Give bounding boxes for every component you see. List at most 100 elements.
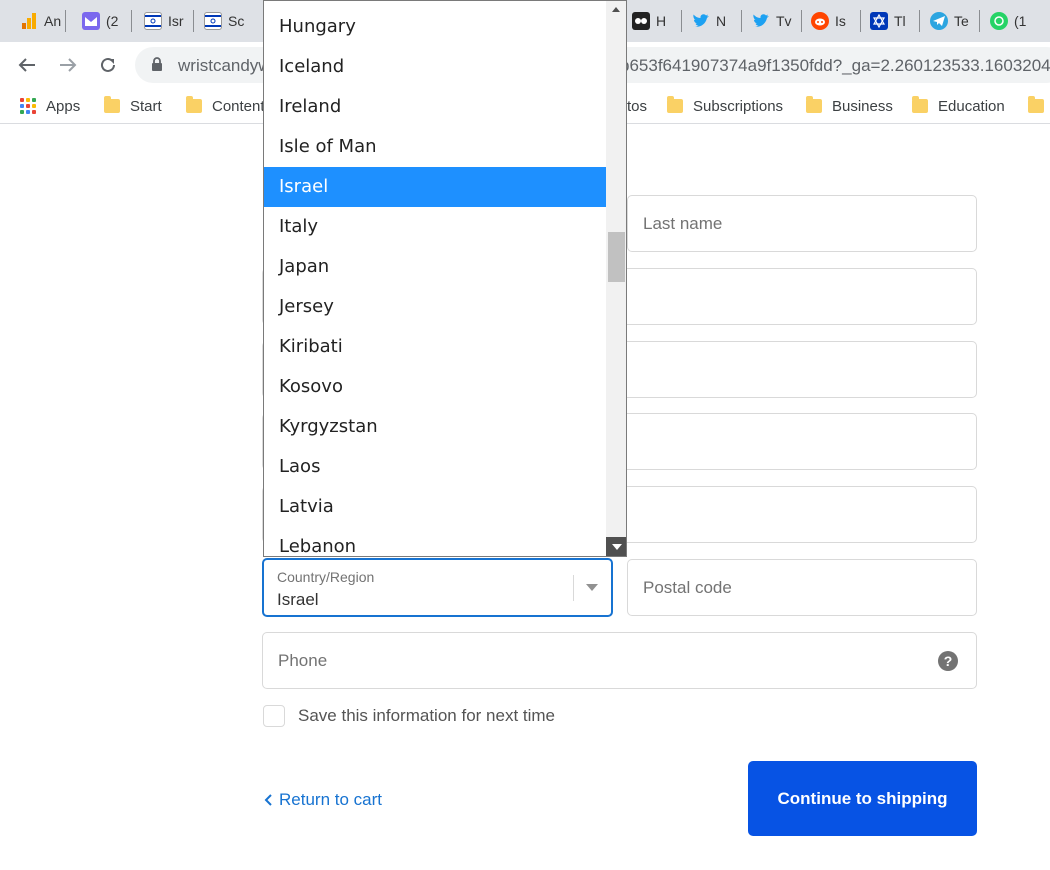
save-info-checkbox[interactable] xyxy=(263,705,285,727)
dropdown-option[interactable]: Japan xyxy=(264,247,606,287)
dropdown-option[interactable]: Latvia xyxy=(264,487,606,527)
dropdown-option[interactable]: Kiribati xyxy=(264,327,606,367)
select-divider xyxy=(573,575,574,601)
country-label: Country/Region xyxy=(277,569,375,585)
folder-icon xyxy=(186,96,202,113)
tab-israel-1[interactable]: Isr xyxy=(144,6,194,36)
phone-placeholder: Phone xyxy=(278,651,328,670)
dropdown-option[interactable]: Laos xyxy=(264,447,606,487)
dropdown-scrollbar[interactable] xyxy=(606,1,626,556)
return-to-cart-link[interactable]: Return to cart xyxy=(263,790,382,810)
postal-code-field[interactable]: Postal code xyxy=(627,559,977,616)
tab-whatsapp[interactable]: (1 xyxy=(990,6,1040,36)
last-name-placeholder: Last name xyxy=(643,214,723,233)
tab-label: Is xyxy=(835,13,846,29)
tab-israel-2[interactable]: Sc xyxy=(204,6,254,36)
tab-mail[interactable]: (2 xyxy=(82,6,132,36)
bookmark-start[interactable]: Start xyxy=(104,96,162,116)
forward-button[interactable] xyxy=(56,53,80,77)
tab-label: (1 xyxy=(1014,13,1027,29)
bookmark-content[interactable]: Content xyxy=(186,96,265,116)
tab-label: Isr xyxy=(168,13,184,29)
tab-label: Tl xyxy=(894,13,906,29)
bookmark-photos[interactable]: tos xyxy=(627,96,647,116)
folder-icon xyxy=(1028,96,1044,113)
dropdown-option[interactable]: Italy xyxy=(264,207,606,247)
tab-label: Te xyxy=(954,13,969,29)
bookmark-education[interactable]: Education xyxy=(912,96,1005,116)
bookmark-label: Business xyxy=(832,97,893,115)
bookmark-label: Subscriptions xyxy=(693,97,784,115)
twitter-icon xyxy=(692,12,710,30)
folder-icon xyxy=(667,96,683,113)
bookmark-business[interactable]: Business xyxy=(806,96,893,116)
lock-icon xyxy=(152,57,162,71)
tab-hootsuite[interactable]: H xyxy=(632,6,682,36)
country-dropdown-list[interactable]: Hungary Iceland Ireland Isle of Man Israel It… xyxy=(263,0,627,557)
country-select[interactable]: Country/Region Israel xyxy=(262,558,613,617)
israel-flag-icon xyxy=(204,12,222,30)
folder-icon xyxy=(912,96,928,113)
star-of-david-icon xyxy=(870,12,888,30)
tab-times-israel[interactable]: Tl xyxy=(870,6,920,36)
country-value: Israel xyxy=(277,590,319,609)
bookmark-label: Start xyxy=(130,97,162,115)
tab-reddit[interactable]: Is xyxy=(811,6,861,36)
tab-label: An xyxy=(44,13,62,29)
last-name-field[interactable]: Last name xyxy=(627,195,977,252)
bookmark-label: tos xyxy=(627,97,648,115)
tab-label: Sc xyxy=(228,13,245,29)
reddit-icon xyxy=(811,12,829,30)
bookmark-apps[interactable]: Apps xyxy=(20,96,80,116)
bookmark-subscriptions[interactable]: Subscriptions xyxy=(667,96,783,116)
scroll-thumb[interactable] xyxy=(608,232,625,282)
bookmark-label: Content xyxy=(212,97,265,115)
tab-twitter-1[interactable]: N xyxy=(692,6,742,36)
folder-icon xyxy=(806,96,822,113)
reload-button[interactable] xyxy=(96,53,120,77)
dropdown-option[interactable]: Ireland xyxy=(264,87,606,127)
dropdown-option[interactable]: Hungary xyxy=(264,7,606,47)
dropdown-option[interactable]: Israel xyxy=(264,167,606,207)
phone-field[interactable]: Phone xyxy=(262,632,977,689)
scroll-down-button[interactable] xyxy=(606,537,626,556)
whatsapp-icon xyxy=(990,12,1008,30)
url-text-tail: b653f641907374a9f1350fdd?_ga=2.260123533… xyxy=(620,56,1050,75)
url-text: wristcandyw xyxy=(178,56,271,75)
forward-arrow-icon xyxy=(60,58,77,72)
tab-telegram[interactable]: Te xyxy=(930,6,980,36)
save-info-label: Save this information for next time xyxy=(298,706,556,725)
help-icon[interactable]: ? xyxy=(938,651,958,671)
israel-flag-icon xyxy=(144,12,162,30)
tab-analytics[interactable]: An xyxy=(20,6,66,36)
mail-icon xyxy=(82,12,100,30)
dropdown-option[interactable]: Jersey xyxy=(264,287,606,327)
scroll-down-icon xyxy=(611,544,622,550)
reload-icon xyxy=(101,57,115,72)
scroll-up-icon[interactable] xyxy=(612,7,620,12)
return-to-cart-label: Return to cart xyxy=(279,790,382,809)
back-button[interactable] xyxy=(15,53,39,77)
bookmark-label: Education xyxy=(938,97,1005,115)
twitter-icon xyxy=(752,12,770,30)
apps-grid-icon xyxy=(20,98,36,114)
dropdown-option[interactable]: Kosovo xyxy=(264,367,606,407)
bookmark-label: Apps xyxy=(46,97,81,115)
tab-label: (2 xyxy=(106,13,119,29)
telegram-icon xyxy=(930,12,948,30)
owl-icon xyxy=(632,12,650,30)
tab-label: H xyxy=(656,13,667,29)
chevron-down-icon xyxy=(586,584,598,591)
dropdown-option[interactable]: Lebanon xyxy=(264,527,606,556)
postal-code-placeholder: Postal code xyxy=(643,578,732,597)
back-arrow-icon xyxy=(18,58,35,72)
dropdown-option[interactable]: Iceland xyxy=(264,47,606,87)
bookmark-more-folder[interactable] xyxy=(1028,96,1044,116)
tab-label: Tv xyxy=(776,13,792,29)
analytics-icon xyxy=(20,12,38,30)
dropdown-option[interactable]: Kyrgyzstan xyxy=(264,407,606,447)
tab-label: N xyxy=(716,13,727,29)
tab-twitter-2[interactable]: Tv xyxy=(752,6,802,36)
continue-to-shipping-button[interactable]: Continue to shipping xyxy=(748,761,977,836)
dropdown-option[interactable]: Isle of Man xyxy=(264,127,606,167)
